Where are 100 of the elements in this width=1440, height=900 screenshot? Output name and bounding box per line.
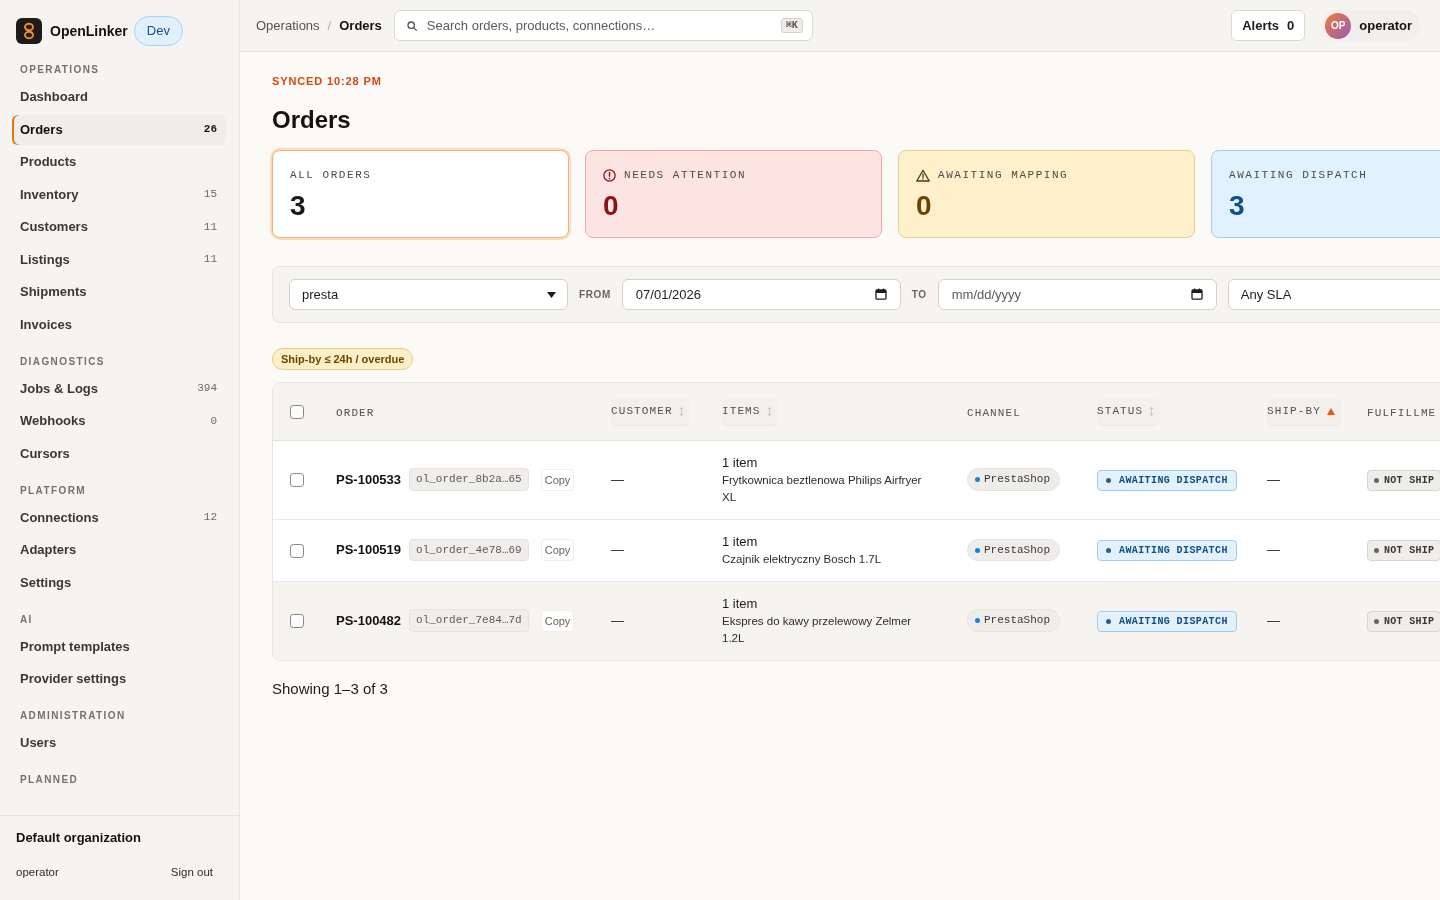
filter-chip[interactable]: Ship-by ≤ 24h / overdue bbox=[272, 348, 414, 370]
nav-item[interactable]: Orders 26 bbox=[12, 114, 226, 145]
sla-select[interactable]: Any SLA bbox=[1227, 279, 1440, 310]
status-badge: AWAITING DISPATCH bbox=[1097, 469, 1237, 491]
stat-label: NEEDS ATTENTION bbox=[624, 168, 747, 182]
nav-item[interactable]: Products bbox=[12, 147, 226, 177]
pagination-summary: Showing 1–3 of 3 bbox=[272, 678, 389, 699]
nav-item[interactable]: Users bbox=[12, 728, 226, 758]
status-badge: AWAITING DISPATCH bbox=[1097, 610, 1237, 632]
item-count: 1 item bbox=[722, 453, 759, 472]
column-header-button[interactable]: STATUS bbox=[1097, 398, 1161, 425]
calendar-icon bbox=[1190, 288, 1203, 300]
to-label: TO bbox=[911, 288, 927, 302]
nav-item[interactable]: Dashboard bbox=[12, 82, 226, 112]
dot-icon bbox=[975, 547, 980, 553]
search-icon bbox=[406, 21, 417, 31]
breadcrumb-link[interactable]: Operations bbox=[256, 15, 320, 36]
nav-item[interactable]: Jobs & Logs 394 bbox=[12, 373, 226, 404]
stat-card[interactable]: AWAITING DISPATCH 3 bbox=[1211, 150, 1440, 238]
from-label: FROM bbox=[579, 288, 611, 302]
nav-item[interactable]: Invoices bbox=[12, 309, 226, 340]
copy-button[interactable]: Copy bbox=[540, 609, 575, 632]
column-header-button[interactable]: ITEMS bbox=[722, 398, 778, 425]
nav-item[interactable]: Cursors bbox=[12, 438, 226, 469]
nav-section-heading: PLATFORM bbox=[19, 484, 87, 497]
date-field[interactable]: mm/dd/yyyy bbox=[937, 279, 1217, 310]
stat-card[interactable]: NEEDS ATTENTION 0 bbox=[585, 150, 882, 238]
alerts-button[interactable]: Alerts 0 bbox=[1231, 10, 1306, 41]
shortcut-key: ⌘K bbox=[780, 18, 803, 33]
channel-tag: PrestaShop bbox=[967, 609, 1060, 632]
caret-icon bbox=[547, 291, 556, 298]
user-avatar: OP bbox=[1325, 12, 1352, 39]
nav-item[interactable]: Listings 11 bbox=[12, 244, 226, 275]
ship-by-value: — bbox=[1267, 542, 1280, 558]
nav-section-heading: OPERATIONS bbox=[19, 64, 101, 76]
column-header-button[interactable]: SHIP-BY bbox=[1267, 398, 1341, 425]
stat-value: 3 bbox=[290, 189, 307, 223]
dot-icon bbox=[1374, 548, 1379, 553]
stat-value: 3 bbox=[1229, 189, 1246, 223]
order-number: PS-100482 bbox=[336, 611, 402, 630]
copy-button[interactable]: Copy bbox=[540, 539, 575, 561]
status-badge: AWAITING DISPATCH bbox=[1097, 540, 1237, 561]
nav-item[interactable]: Shipments bbox=[12, 277, 226, 307]
stat-label: ALL ORDERS bbox=[290, 168, 372, 182]
nav-item[interactable]: Connections 12 bbox=[12, 502, 226, 533]
row-checkbox[interactable] bbox=[290, 543, 304, 558]
order-number: PS-100533 bbox=[336, 470, 402, 489]
row-checkbox[interactable] bbox=[290, 614, 304, 629]
dot-icon bbox=[1374, 477, 1379, 483]
nav-item[interactable]: Prompt templates bbox=[12, 631, 226, 662]
channel-tag: PrestaShop bbox=[967, 538, 1060, 562]
nav-section-heading: PLANNED bbox=[19, 774, 80, 786]
breadcrumb-current: Orders bbox=[339, 16, 382, 35]
customer-value: — bbox=[611, 542, 624, 558]
fulfillment-badge: NOT SHIP bbox=[1367, 610, 1440, 632]
username: operator bbox=[16, 865, 59, 880]
order-reference: ol_order_8b2a…65 bbox=[409, 468, 529, 491]
column-header-button[interactable]: CUSTOMER bbox=[611, 398, 690, 425]
organization-name: Default organization bbox=[16, 830, 142, 846]
user-menu-button[interactable]: OP operator bbox=[1321, 9, 1420, 42]
channel-select[interactable]: presta bbox=[289, 279, 568, 310]
sign-out-link[interactable]: Sign out bbox=[170, 864, 213, 880]
brand-name: OpenLinker bbox=[50, 21, 128, 41]
nav-item[interactable]: Adapters bbox=[12, 535, 226, 565]
channel-tag: PrestaShop bbox=[967, 468, 1060, 491]
alert-circle-icon bbox=[603, 168, 616, 182]
ship-by-value: — bbox=[1267, 471, 1280, 487]
nav-item[interactable]: Webhooks 0 bbox=[12, 406, 226, 436]
order-number: PS-100519 bbox=[336, 541, 402, 560]
row-checkbox[interactable] bbox=[290, 473, 304, 488]
logo-icon bbox=[16, 18, 42, 44]
fulfillment-badge: NOT SHIP bbox=[1367, 540, 1440, 561]
nav-item[interactable]: Provider settings bbox=[12, 664, 226, 694]
copy-button[interactable]: Copy bbox=[540, 468, 575, 491]
stat-card[interactable]: AWAITING MAPPING 0 bbox=[898, 150, 1195, 238]
date-field[interactable]: 07/01/2026 bbox=[621, 279, 901, 310]
nav-item[interactable]: Settings bbox=[12, 567, 226, 598]
calendar-icon bbox=[874, 288, 887, 300]
column-header: CHANNEL bbox=[967, 405, 1021, 421]
select-all-checkbox[interactable] bbox=[290, 405, 304, 420]
environment-badge: Dev bbox=[133, 16, 183, 46]
dot-icon bbox=[975, 618, 980, 624]
dot-icon bbox=[1374, 618, 1379, 624]
item-name: Frytkownica beztlenowa Philips Airfryer XL bbox=[722, 472, 923, 505]
dot-icon bbox=[1106, 548, 1111, 553]
nav-section-heading: AI bbox=[19, 613, 34, 626]
item-name: Czajnik elektryczny Bosch 1.7L bbox=[722, 551, 883, 567]
dot-icon bbox=[1106, 618, 1111, 624]
nav-section-heading: DIAGNOSTICS bbox=[19, 355, 106, 368]
fulfillment-badge: NOT SHIP bbox=[1367, 469, 1440, 491]
order-reference: ol_order_4e78…69 bbox=[409, 538, 529, 562]
nav-item[interactable]: Inventory 15 bbox=[12, 179, 226, 210]
stat-label: AWAITING DISPATCH bbox=[1229, 168, 1368, 182]
stat-card[interactable]: ALL ORDERS 3 bbox=[272, 150, 569, 238]
customer-value: — bbox=[611, 612, 624, 628]
stat-value: 0 bbox=[603, 189, 620, 223]
column-header: ORDER bbox=[336, 405, 375, 421]
column-header: FULFILLME bbox=[1367, 405, 1437, 421]
nav-item[interactable]: Customers 11 bbox=[12, 212, 226, 242]
nav-section-heading: ADMINISTRATION bbox=[19, 710, 127, 722]
